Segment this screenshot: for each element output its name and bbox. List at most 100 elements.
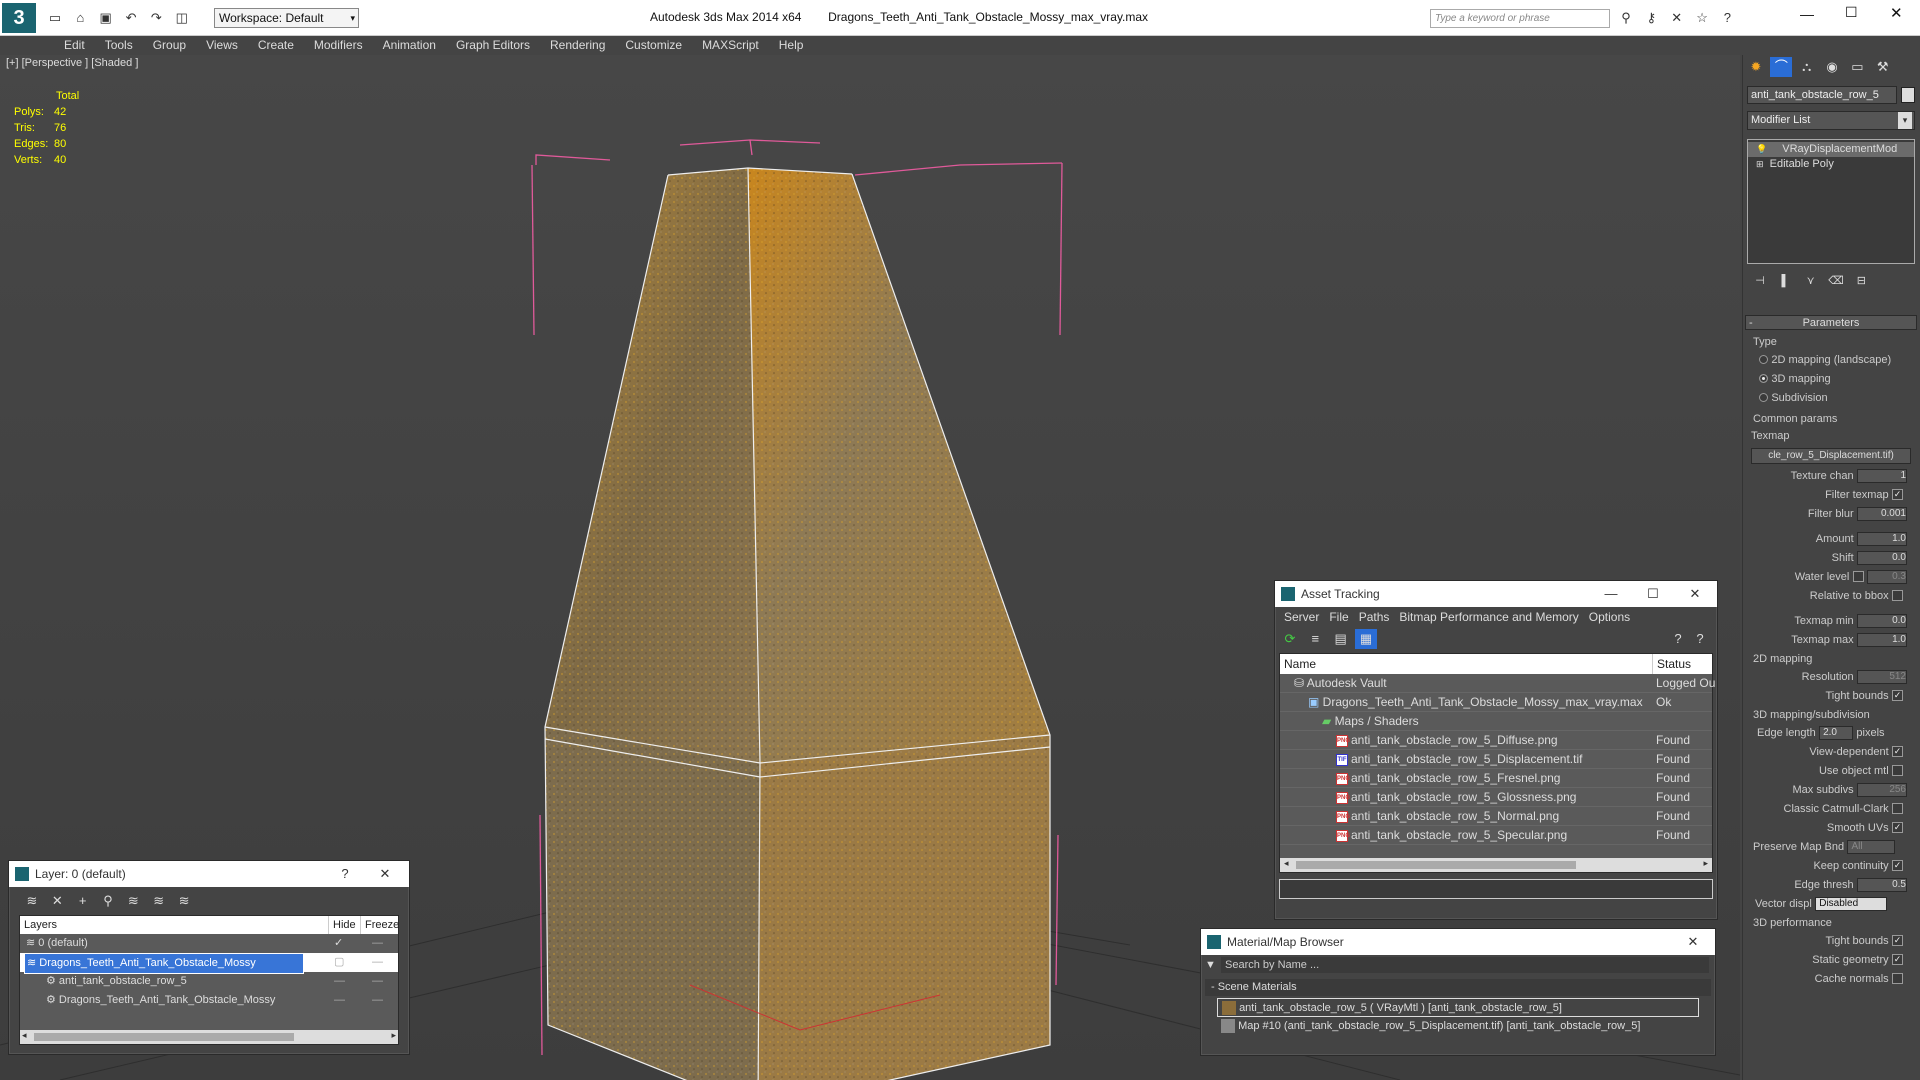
amount-spinner[interactable]: 1.0 [1857, 531, 1907, 546]
table-view-icon[interactable]: ▦ [1355, 629, 1378, 649]
help-icon[interactable]: ? [1667, 629, 1689, 649]
col-name[interactable]: Name [1280, 657, 1316, 671]
freeze-toggle[interactable]: — [372, 934, 383, 953]
layer-window-titlebar[interactable]: Layer: 0 (default) ? ✕ [9, 861, 409, 887]
delete-icon[interactable]: ✕ [46, 891, 68, 911]
asset-row[interactable]: PNGanti_tank_obstacle_row_5_Normal.png Fo… [1280, 807, 1712, 826]
menu-item[interactable]: Graph Editors [446, 36, 540, 55]
list-view-icon[interactable]: ≡ [1304, 629, 1326, 649]
texture-chan-spinner[interactable]: 1 [1857, 468, 1907, 483]
maximize-icon[interactable]: ☐ [1845, 4, 1858, 21]
radio-button[interactable] [1759, 355, 1768, 365]
modifier-list-dropdown[interactable]: Modifier List ▾ [1747, 111, 1915, 130]
search-by-name-input[interactable]: Search by Name ... [1221, 957, 1709, 973]
layer-row[interactable]: ≋ 0 (default) ✓ — [20, 934, 398, 953]
help-options-icon[interactable]: ? [1689, 629, 1711, 649]
open-file-icon[interactable]: ⌂ [69, 8, 91, 28]
material-item[interactable]: Map #10 (anti_tank_obstacle_row_5_Displa… [1217, 1017, 1699, 1036]
asset-row[interactable]: ▣ Dragons_Teeth_Anti_Tank_Obstacle_Mossy… [1280, 693, 1712, 712]
hide-all-icon[interactable]: ≋ [148, 891, 170, 911]
asset-menu-item[interactable]: Server [1279, 608, 1324, 627]
save-icon[interactable]: ▣ [95, 8, 117, 28]
material-window-titlebar[interactable]: Material/Map Browser ✕ [1201, 929, 1715, 955]
tight-bounds-checkbox[interactable]: ✓ [1892, 690, 1903, 702]
radio-2d[interactable]: 2D mapping (landscape) [1745, 350, 1917, 369]
texmap-min-spinner[interactable]: 0.0 [1857, 613, 1907, 628]
menu-item[interactable]: Views [196, 36, 248, 55]
configure-sets-icon[interactable]: ⊟ [1850, 271, 1872, 291]
radio-3d[interactable]: 3D mapping [1745, 369, 1917, 388]
asset-row[interactable]: PNGanti_tank_obstacle_row_5_Fresnel.png F… [1280, 769, 1712, 788]
maximize-icon[interactable]: ☐ [1635, 581, 1671, 607]
col-freeze[interactable]: Freeze [360, 916, 399, 934]
filter-icon[interactable]: ▼ [1205, 959, 1216, 971]
texmap-max-spinner[interactable]: 1.0 [1857, 632, 1907, 647]
menu-item[interactable]: Edit [54, 36, 95, 55]
max-subdivs-spinner[interactable]: 256 [1857, 782, 1907, 797]
menu-item[interactable]: Rendering [540, 36, 615, 55]
freeze-toggle[interactable]: — [372, 972, 383, 991]
texmap-button[interactable]: cle_row_5_Displacement.tif) [1751, 448, 1911, 464]
scene-materials-header[interactable]: - Scene Materials [1205, 979, 1711, 996]
use-object-mtl-checkbox[interactable] [1892, 765, 1903, 777]
edge-length-spinner[interactable]: 2.0 [1819, 725, 1854, 740]
shift-spinner[interactable]: 0.0 [1857, 550, 1907, 565]
static-geometry-checkbox[interactable]: ✓ [1892, 954, 1903, 966]
modify-tab-icon[interactable]: ⌒ [1770, 57, 1793, 77]
asset-menu-item[interactable]: File [1324, 608, 1353, 627]
object-name-field[interactable]: anti_tank_obstacle_row_5 [1747, 86, 1897, 104]
water-level-spinner[interactable]: 0.3 [1867, 569, 1907, 584]
binoculars-icon[interactable]: ⚲ [1615, 8, 1637, 28]
expand-icon[interactable]: ⊞ [1756, 159, 1764, 169]
pin-stack-icon[interactable]: ⊣ [1749, 271, 1771, 291]
project-folder-icon[interactable]: ◫ [171, 8, 193, 28]
asset-row[interactable]: ▰ Maps / Shaders [1280, 712, 1712, 731]
asset-window-titlebar[interactable]: Asset Tracking — ☐ ✕ [1275, 581, 1717, 607]
undo-icon[interactable]: ↶ [120, 8, 142, 28]
menu-item[interactable]: Tools [95, 36, 143, 55]
show-end-result-icon[interactable]: ▌ [1774, 271, 1796, 291]
edge-thresh-spinner[interactable]: 0.5 [1857, 877, 1907, 892]
radio-button[interactable] [1759, 393, 1768, 403]
app-logo[interactable]: 3 [2, 3, 36, 33]
refresh-icon[interactable]: ⟳ [1279, 629, 1301, 649]
object-color-swatch[interactable] [1901, 87, 1915, 103]
material-item[interactable]: anti_tank_obstacle_row_5 ( VRayMtl ) [an… [1217, 998, 1699, 1017]
hide-toggle[interactable]: — [334, 972, 345, 991]
freeze-all-icon[interactable]: ≋ [173, 891, 195, 911]
detail-view-icon[interactable]: ▤ [1330, 629, 1352, 649]
menu-item[interactable]: Help [769, 36, 814, 55]
bulb-icon[interactable]: 💡 [1756, 144, 1767, 154]
select-layer-icon[interactable]: ⚲ [97, 891, 119, 911]
menu-item[interactable]: Animation [373, 36, 446, 55]
highlight-layer-icon[interactable]: ≋ [122, 891, 144, 911]
asset-row[interactable]: TIF anti_tank_obstacle_row_5_Displacement… [1280, 750, 1712, 769]
smooth-uvs-checkbox[interactable]: ✓ [1892, 822, 1903, 834]
freeze-toggle[interactable]: — [372, 991, 383, 1010]
redo-icon[interactable]: ↷ [145, 8, 167, 28]
hide-toggle[interactable]: — [334, 991, 345, 1010]
rollout-header[interactable]: - Parameters [1745, 315, 1917, 330]
asset-path-field[interactable] [1279, 879, 1713, 899]
layer-row[interactable]: ⚙ Dragons_Teeth_Anti_Tank_Obstacle_Mossy… [20, 991, 398, 1010]
view-dependent-checkbox[interactable]: ✓ [1892, 746, 1903, 758]
asset-row[interactable]: ⛁ Autodesk Vault Logged Ou [1280, 674, 1715, 693]
asset-menu-item[interactable]: Bitmap Performance and Memory [1394, 608, 1583, 627]
resolution-spinner[interactable]: 512 [1857, 669, 1907, 684]
radio-button[interactable] [1759, 374, 1768, 384]
tight-bounds-3d-checkbox[interactable]: ✓ [1892, 935, 1903, 947]
layers-icon[interactable]: ≋ [21, 891, 43, 911]
menu-item[interactable]: Group [143, 36, 196, 55]
relative-bbox-checkbox[interactable] [1892, 590, 1903, 602]
make-unique-icon[interactable]: ⋎ [1800, 271, 1822, 291]
horizontal-scrollbar[interactable]: ◂ ▸ [1280, 858, 1712, 872]
search-input[interactable]: Type a keyword or phrase [1430, 9, 1610, 28]
menu-item[interactable]: Create [248, 36, 304, 55]
add-icon[interactable]: + [72, 891, 94, 911]
stack-item[interactable]: 💡 VRayDisplacementMod [1748, 142, 1914, 157]
preserve-map-dropdown[interactable]: All [1847, 839, 1896, 854]
key-icon[interactable]: ⚷ [1640, 8, 1662, 28]
filter-texmap-checkbox[interactable]: ✓ [1892, 489, 1903, 501]
hide-toggle[interactable]: ▢ [334, 953, 344, 972]
layer-row[interactable]: ≋ Dragons_Teeth_Anti_Tank_Obstacle_Mossy… [20, 953, 398, 974]
